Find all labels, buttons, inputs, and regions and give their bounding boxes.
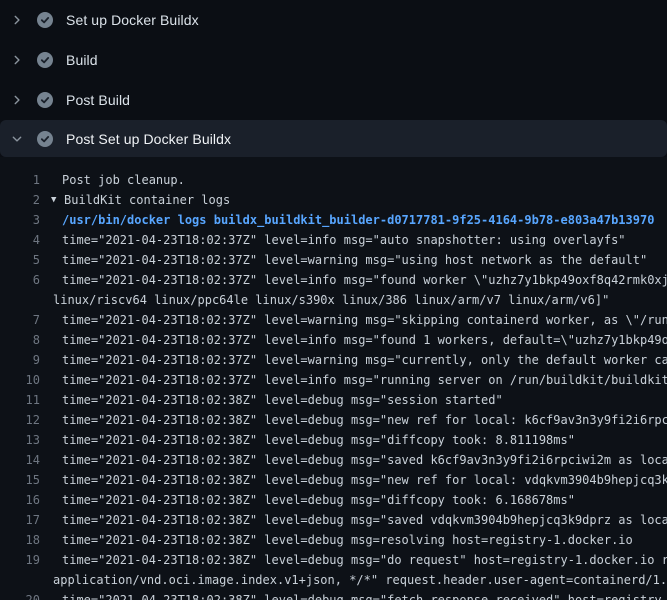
log-line-number[interactable]: 3 bbox=[0, 210, 40, 230]
log-line-text: time="2021-04-23T18:02:38Z" level=debug … bbox=[40, 470, 667, 490]
step-title: Set up Docker Buildx bbox=[66, 10, 199, 30]
log-line-number[interactable] bbox=[0, 290, 40, 310]
log-line: 15 time="2021-04-23T18:02:38Z" level=deb… bbox=[0, 470, 667, 490]
log-line: 20 time="2021-04-23T18:02:38Z" level=deb… bbox=[0, 590, 667, 600]
step-title: Build bbox=[66, 50, 98, 70]
log-line-number[interactable]: 10 bbox=[0, 370, 40, 390]
log-line-text: time="2021-04-23T18:02:37Z" level=info m… bbox=[40, 330, 667, 350]
log-line-text: time="2021-04-23T18:02:37Z" level=info m… bbox=[40, 370, 667, 390]
log-line-number[interactable]: 17 bbox=[0, 510, 40, 530]
log-line-number[interactable]: 16 bbox=[0, 490, 40, 510]
log-line: 16 time="2021-04-23T18:02:38Z" level=deb… bbox=[0, 490, 667, 510]
log-line-number[interactable]: 2 bbox=[0, 190, 40, 210]
log-line: 7 time="2021-04-23T18:02:37Z" level=warn… bbox=[0, 310, 667, 330]
log-line-number[interactable]: 4 bbox=[0, 230, 40, 250]
log-line: 8 time="2021-04-23T18:02:37Z" level=info… bbox=[0, 330, 667, 350]
log-line-number[interactable]: 20 bbox=[0, 590, 40, 600]
log-line-text: time="2021-04-23T18:02:38Z" level=debug … bbox=[40, 590, 667, 600]
log-line-text: time="2021-04-23T18:02:37Z" level=warnin… bbox=[40, 350, 667, 370]
chevron-right-icon bbox=[9, 92, 25, 108]
log-line: 18 time="2021-04-23T18:02:38Z" level=deb… bbox=[0, 530, 667, 550]
step-title: Post Build bbox=[66, 90, 130, 110]
log-line-number[interactable]: 13 bbox=[0, 430, 40, 450]
log-line: 14 time="2021-04-23T18:02:38Z" level=deb… bbox=[0, 450, 667, 470]
log-line-number[interactable]: 6 bbox=[0, 270, 40, 290]
log-line: 1 Post job cleanup. bbox=[0, 170, 667, 190]
log-line: linux/riscv64 linux/ppc64le linux/s390x … bbox=[0, 290, 667, 310]
log-line-text: time="2021-04-23T18:02:38Z" level=debug … bbox=[40, 390, 503, 410]
log-line: 17 time="2021-04-23T18:02:38Z" level=deb… bbox=[0, 510, 667, 530]
log-line-text: time="2021-04-23T18:02:37Z" level=info m… bbox=[40, 270, 667, 290]
log-line-number[interactable]: 8 bbox=[0, 330, 40, 350]
log-line: 9 time="2021-04-23T18:02:37Z" level=warn… bbox=[0, 350, 667, 370]
log-line-number[interactable]: 15 bbox=[0, 470, 40, 490]
log-line-number[interactable]: 19 bbox=[0, 550, 40, 570]
collapse-triangle-icon: ▼ bbox=[51, 190, 64, 210]
log-line: 10 time="2021-04-23T18:02:37Z" level=inf… bbox=[0, 370, 667, 390]
check-circle-icon bbox=[37, 12, 53, 28]
log-line-text: time="2021-04-23T18:02:37Z" level=info m… bbox=[40, 230, 626, 250]
step-title: Post Set up Docker Buildx bbox=[66, 129, 231, 149]
log-line: 12 time="2021-04-23T18:02:38Z" level=deb… bbox=[0, 410, 667, 430]
log-line-text: time="2021-04-23T18:02:38Z" level=debug … bbox=[40, 510, 667, 530]
log-line-text: time="2021-04-23T18:02:38Z" level=debug … bbox=[40, 430, 575, 450]
actions-job-log-panel: Set up Docker Buildx Build Post Build bbox=[0, 0, 667, 600]
log-line-number[interactable]: 11 bbox=[0, 390, 40, 410]
log-group-title: BuildKit container logs bbox=[64, 190, 230, 210]
log-group-toggle[interactable]: ▼BuildKit container logs bbox=[40, 190, 230, 210]
step-header-post-build[interactable]: Post Build bbox=[0, 80, 667, 120]
log-line-number[interactable]: 14 bbox=[0, 450, 40, 470]
log-line-text: time="2021-04-23T18:02:38Z" level=debug … bbox=[40, 550, 667, 570]
log-line-number[interactable]: 12 bbox=[0, 410, 40, 430]
log-line-text: time="2021-04-23T18:02:37Z" level=warnin… bbox=[40, 310, 667, 330]
log-line-number[interactable]: 5 bbox=[0, 250, 40, 270]
step-header-set-up-docker-buildx[interactable]: Set up Docker Buildx bbox=[0, 0, 667, 40]
step-header-post-set-up-docker-buildx[interactable]: Post Set up Docker Buildx bbox=[0, 120, 667, 157]
step-header-build[interactable]: Build bbox=[0, 40, 667, 80]
log-line: 19 time="2021-04-23T18:02:38Z" level=deb… bbox=[0, 550, 667, 570]
log-viewer: 1 Post job cleanup. 2 ▼BuildKit containe… bbox=[0, 157, 667, 600]
check-circle-icon bbox=[37, 92, 53, 108]
log-line: 4 time="2021-04-23T18:02:37Z" level=info… bbox=[0, 230, 667, 250]
log-line-text: time="2021-04-23T18:02:38Z" level=debug … bbox=[40, 410, 667, 430]
step-list: Set up Docker Buildx Build Post Build bbox=[0, 0, 667, 157]
log-line-text: /usr/bin/docker logs buildx_buildkit_bui… bbox=[40, 210, 654, 230]
log-line-number[interactable]: 1 bbox=[0, 170, 40, 190]
log-line-number[interactable]: 9 bbox=[0, 350, 40, 370]
log-line-text: time="2021-04-23T18:02:38Z" level=debug … bbox=[40, 490, 575, 510]
log-line-text: time="2021-04-23T18:02:38Z" level=debug … bbox=[40, 450, 667, 470]
log-line: 13 time="2021-04-23T18:02:38Z" level=deb… bbox=[0, 430, 667, 450]
log-line: 5 time="2021-04-23T18:02:37Z" level=warn… bbox=[0, 250, 667, 270]
log-line: 3 /usr/bin/docker logs buildx_buildkit_b… bbox=[0, 210, 667, 230]
log-line-number[interactable]: 7 bbox=[0, 310, 40, 330]
log-line-text: linux/riscv64 linux/ppc64le linux/s390x … bbox=[40, 290, 609, 310]
check-circle-icon bbox=[37, 52, 53, 68]
log-line: 11 time="2021-04-23T18:02:38Z" level=deb… bbox=[0, 390, 667, 410]
log-line-text: application/vnd.oci.image.index.v1+json,… bbox=[40, 570, 667, 590]
log-line: application/vnd.oci.image.index.v1+json,… bbox=[0, 570, 667, 590]
chevron-right-icon bbox=[9, 12, 25, 28]
chevron-right-icon bbox=[9, 52, 25, 68]
log-line-text: time="2021-04-23T18:02:37Z" level=warnin… bbox=[40, 250, 647, 270]
check-circle-icon bbox=[37, 131, 53, 147]
log-line-number[interactable] bbox=[0, 570, 40, 590]
log-line-text: Post job cleanup. bbox=[40, 170, 185, 190]
log-line: 2 ▼BuildKit container logs bbox=[0, 190, 667, 210]
chevron-down-icon bbox=[9, 131, 25, 147]
log-line-number[interactable]: 18 bbox=[0, 530, 40, 550]
log-line: 6 time="2021-04-23T18:02:37Z" level=info… bbox=[0, 270, 667, 290]
log-line-text: time="2021-04-23T18:02:38Z" level=debug … bbox=[40, 530, 633, 550]
